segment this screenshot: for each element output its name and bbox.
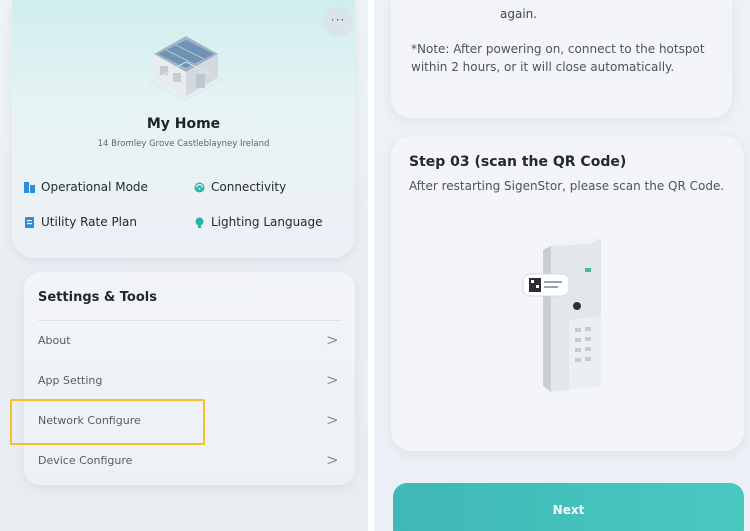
step-description: After restarting SigenStor, please scan … bbox=[409, 179, 725, 193]
lighting-language-icon bbox=[195, 217, 204, 228]
more-options-button[interactable]: ··· bbox=[323, 7, 353, 37]
connectivity-label: Connectivity bbox=[211, 180, 287, 194]
settings-title: Settings & Tools bbox=[38, 290, 157, 305]
divider bbox=[38, 320, 341, 321]
hotspot-note: *Note: After powering on, connect to the… bbox=[411, 42, 705, 74]
menu-item-label: App Setting bbox=[38, 374, 103, 387]
utility-rate-plan-button[interactable]: Utility Rate Plan bbox=[24, 215, 137, 229]
utility-rate-plan-icon bbox=[25, 216, 34, 228]
utility-rate-plan-label: Utility Rate Plan bbox=[41, 215, 137, 229]
connectivity-button[interactable]: Connectivity bbox=[194, 180, 286, 194]
sigenstor-device-illustration bbox=[522, 238, 601, 392]
menu-item-label: Device Configure bbox=[38, 454, 133, 467]
lighting-language-label: Lighting Language bbox=[211, 215, 323, 229]
chevron-right-icon: > bbox=[326, 411, 339, 429]
chevron-right-icon: > bbox=[326, 451, 339, 469]
next-button[interactable]: Next bbox=[393, 483, 744, 531]
chevron-right-icon: > bbox=[326, 371, 339, 389]
home-screen: ··· My Home 14 Bromley Grove Castleblayn… bbox=[0, 0, 368, 531]
network-configure-highlight bbox=[10, 399, 205, 445]
menu-item-label: About bbox=[38, 334, 71, 347]
connectivity-icon bbox=[194, 182, 205, 192]
menu-item-device-configure[interactable]: Device Configure > bbox=[24, 442, 355, 482]
menu-item-app-setting[interactable]: App Setting > bbox=[24, 362, 355, 402]
chevron-right-icon: > bbox=[326, 331, 339, 349]
previous-step-tail: again. bbox=[500, 7, 538, 21]
operational-mode-icon bbox=[24, 181, 35, 193]
house-illustration bbox=[148, 36, 224, 101]
network-setup-screen: again. *Note: After powering on, connect… bbox=[374, 0, 750, 531]
operational-mode-button[interactable]: Operational Mode bbox=[24, 180, 148, 194]
operational-mode-label: Operational Mode bbox=[41, 180, 148, 194]
step-title: Step 03 (scan the QR Code) bbox=[409, 154, 627, 170]
step-03-card: Step 03 (scan the QR Code) After restart… bbox=[391, 136, 744, 451]
menu-item-about[interactable]: About > bbox=[24, 322, 355, 362]
settings-tools-card: Settings & Tools About > App Setting > N… bbox=[24, 272, 355, 485]
home-name: My Home bbox=[146, 116, 221, 132]
home-address: 14 Bromley Grove Castleblayney Ireland bbox=[97, 139, 270, 149]
note-card: again. *Note: After powering on, connect… bbox=[391, 0, 732, 118]
lighting-language-button[interactable]: Lighting Language bbox=[194, 215, 323, 229]
